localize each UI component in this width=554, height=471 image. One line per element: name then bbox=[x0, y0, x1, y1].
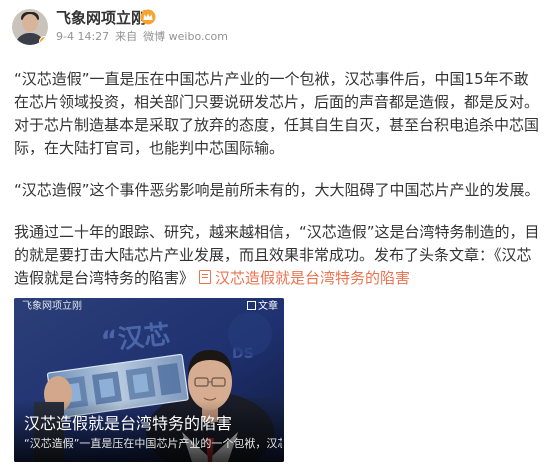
post-source[interactable]: 微博 weibo.com bbox=[143, 30, 228, 43]
verified-badge-icon bbox=[39, 36, 48, 45]
avatar-face bbox=[22, 14, 38, 32]
card-tag-label: 文章 bbox=[258, 301, 278, 312]
author-name[interactable]: 飞象网项立刚 bbox=[56, 9, 146, 27]
post-body: “汉芯造假”一直是压在中国芯片产业的一个包袱，汉芯事件后，中国15年不敢在芯片领… bbox=[14, 68, 542, 290]
article-link-label: 汉芯造假就是台湾特务的陷害 bbox=[215, 269, 411, 287]
article-card[interactable]: “汉芯 DS 飞象网项立刚 文章 汉芯造假就是台湾特务的陷害 “汉芯造假”一直是… bbox=[14, 298, 284, 462]
article-tag-icon bbox=[247, 301, 256, 310]
vip-crown-icon[interactable] bbox=[140, 9, 156, 25]
post-time[interactable]: 9-4 14:27 bbox=[56, 30, 109, 43]
card-watermark: 飞象网项立刚 bbox=[22, 301, 82, 312]
post-paragraph-last: 我通过二十年的跟踪、研究，越来越相信，“汉芯造假”这是台湾特务制造的，目的就是要… bbox=[14, 221, 542, 290]
card-tag: 文章 bbox=[247, 301, 278, 313]
source-prefix: 来自 bbox=[115, 30, 138, 43]
article-doc-icon bbox=[199, 270, 212, 284]
post-meta: 9-4 14:27 来自 微博 weibo.com bbox=[56, 30, 234, 44]
card-title: 汉芯造假就是台湾特务的陷害 bbox=[24, 414, 233, 433]
card-summary: “汉芯造假”一直是压在中国芯片产业的一个包袱，汉芯... bbox=[24, 437, 282, 450]
author-avatar[interactable] bbox=[12, 9, 48, 45]
article-link[interactable]: 汉芯造假就是台湾特务的陷害 bbox=[194, 269, 410, 287]
post-paragraph: “汉芯造假”这个事件恶劣影响是前所未有的，大大阻碍了中国芯片产业的发展。 bbox=[14, 181, 540, 199]
post-paragraph: “汉芯造假”一直是压在中国芯片产业的一个包袱，汉芯事件后，中国15年不敢在芯片领… bbox=[14, 70, 540, 157]
